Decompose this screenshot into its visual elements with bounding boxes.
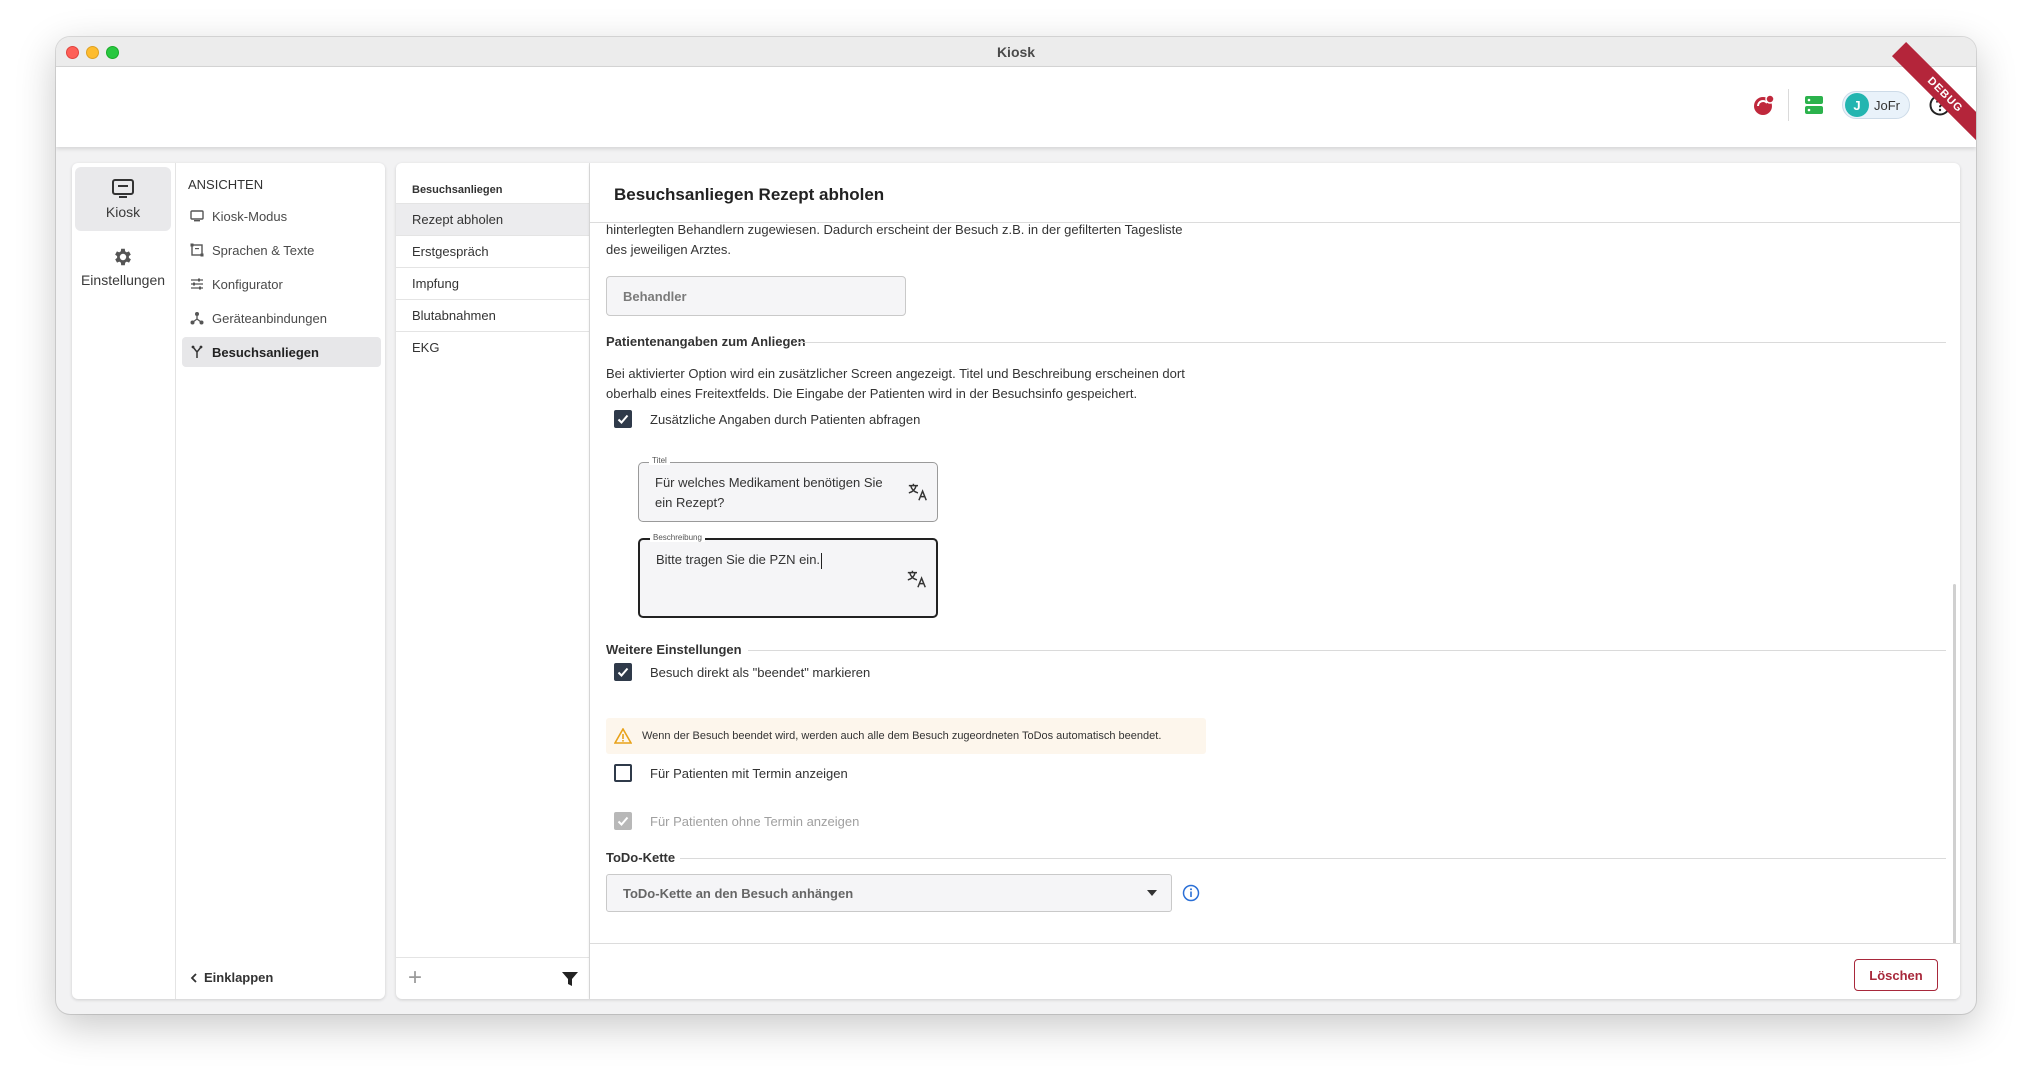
delete-button[interactable]: Löschen (1854, 959, 1938, 991)
todo-chain-select-value: ToDo-Kette an den Besuch anhängen (623, 886, 854, 901)
view-item-label: Konfigurator (212, 276, 283, 292)
warning-notice: Wenn der Besuch beendet wird, werden auc… (606, 718, 1206, 754)
detail-footer: Löschen (590, 943, 1960, 999)
notification-alert-icon[interactable] (1750, 91, 1778, 119)
ask-patient-label: Zusätzliche Angaben durch Patienten abfr… (650, 412, 921, 427)
view-item-label: Kiosk-Modus (212, 208, 288, 224)
intro-text-line-2: des jeweiligen Arztes. (606, 242, 732, 257)
text-frame-icon (190, 243, 204, 257)
scrollbar[interactable] (1953, 584, 1956, 943)
divider (796, 342, 1946, 343)
page-title: Besuchsanliegen Rezept abholen (614, 185, 885, 204)
avatar: J (1845, 93, 1869, 117)
view-item-label: Geräteanbindungen (212, 310, 327, 326)
section-title-weitere-einstellungen: Weitere Einstellungen (606, 642, 742, 657)
views-heading: ANSICHTEN (188, 177, 264, 192)
with-appointment-checkbox[interactable] (614, 764, 632, 782)
list-item[interactable]: Erstgespräch (396, 235, 589, 267)
list-title: Besuchsanliegen (412, 184, 503, 196)
without-appointment-checkbox (614, 812, 632, 830)
header-separator (1788, 89, 1789, 121)
chevron-left-icon (190, 972, 197, 983)
translate-icon[interactable] (906, 568, 928, 590)
beschreibung-field-label: Beschreibung (650, 533, 705, 542)
ask-patient-checkbox[interactable] (614, 410, 632, 428)
translate-icon[interactable] (907, 481, 929, 503)
view-item-label: Sprachen & Texte (212, 242, 315, 258)
views-list: ANSICHTEN Kiosk-Modus Sprachen & Texte K… (176, 163, 385, 999)
fork-icon (191, 345, 203, 358)
view-item-sprachen-texte[interactable]: Sprachen & Texte (182, 235, 381, 265)
app-window: Kiosk J JoFr DEBUG Kiosk Einstellungen A… (56, 37, 1976, 1014)
list-item[interactable]: Impfung (396, 267, 589, 299)
collapse-label: Einklappen (204, 970, 274, 985)
monitor-icon (190, 210, 204, 222)
beschreibung-field-value: Bitte tragen Sie die PZN ein. (656, 552, 823, 569)
behandler-placeholder: Behandler (623, 289, 687, 304)
view-item-kiosk-modus[interactable]: Kiosk-Modus (182, 201, 381, 231)
rail-item-label: Einstellungen (80, 272, 166, 288)
title-bar: Kiosk (56, 37, 1976, 67)
warning-icon (614, 728, 632, 744)
patient-desc-line-1: Bei aktivierter Option wird ein zusätzli… (606, 366, 1185, 381)
server-status-icon[interactable] (1800, 91, 1828, 119)
detail-panel: Besuchsanliegen Rezept abholen hinterleg… (590, 163, 1960, 999)
divider (748, 650, 1946, 651)
list-item[interactable]: Rezept abholen (396, 203, 589, 235)
rail-item-einstellungen[interactable]: Einstellungen (75, 235, 171, 299)
without-appointment-label: Für Patienten ohne Termin anzeigen (650, 814, 860, 829)
monitor-icon (112, 179, 134, 198)
detail-body: hinterlegten Behandlern zugewiesen. Dadu… (590, 224, 1960, 943)
view-item-konfigurator[interactable]: Konfigurator (182, 269, 381, 299)
titel-field-label: Titel (649, 456, 670, 465)
view-item-besuchsanliegen[interactable]: Besuchsanliegen (182, 337, 381, 367)
patient-desc-line-2: oberhalb eines Freitextfelds. Die Eingab… (606, 386, 1138, 401)
intro-text-line-1: hinterlegten Behandlern zugewiesen. Dadu… (606, 224, 1183, 237)
divider (680, 858, 1946, 859)
anliegen-list-panel: Besuchsanliegen Rezept abholen Erstgespr… (396, 163, 590, 999)
user-menu[interactable]: J JoFr (1842, 91, 1910, 119)
add-icon[interactable]: + (408, 966, 422, 990)
finish-visit-checkbox[interactable] (614, 663, 632, 681)
titel-field-value: Für welches Medikament benötigen Sie ein… (655, 475, 883, 510)
filter-icon[interactable] (561, 970, 579, 993)
app-header: J JoFr DEBUG (56, 41, 1976, 149)
collapse-button[interactable]: Einklappen (188, 970, 273, 985)
behandler-input[interactable]: Behandler (606, 276, 906, 316)
warning-text: Wenn der Besuch beendet wird, werden auc… (642, 730, 1162, 742)
titel-field[interactable]: Titel Für welches Medikament benötigen S… (638, 456, 938, 522)
beschreibung-field[interactable]: Beschreibung Bitte tragen Sie die PZN ei… (638, 533, 938, 618)
todo-chain-select[interactable]: ToDo-Kette an den Besuch anhängen (606, 874, 1172, 912)
navigation-panel: Kiosk Einstellungen ANSICHTEN Kiosk-Modu… (72, 163, 385, 999)
rail-item-kiosk[interactable]: Kiosk (75, 167, 171, 231)
rail-item-label: Kiosk (105, 204, 141, 220)
list-item[interactable]: Blutabnahmen (396, 299, 589, 331)
sliders-icon (191, 278, 203, 290)
section-title-todo-kette: ToDo-Kette (606, 850, 676, 865)
detail-header: Besuchsanliegen Rezept abholen (590, 163, 1960, 223)
list-footer: + (396, 957, 589, 999)
window-title: Kiosk (996, 44, 1036, 60)
view-item-geraeteanbindungen[interactable]: Geräteanbindungen (182, 303, 381, 333)
nav-rail: Kiosk Einstellungen (72, 163, 176, 999)
with-appointment-label: Für Patienten mit Termin anzeigen (650, 766, 848, 781)
network-icon (190, 312, 204, 325)
chevron-down-icon (1147, 890, 1157, 896)
list-item[interactable]: EKG (396, 331, 589, 363)
finish-visit-label: Besuch direkt als "beendet" markieren (650, 665, 871, 680)
view-item-label: Besuchsanliegen (212, 344, 319, 360)
section-title-patientenangaben: Patientenangaben zum Anliegen (606, 334, 806, 349)
info-icon[interactable] (1182, 884, 1200, 907)
user-name: JoFr (1874, 97, 1900, 113)
gear-icon (115, 248, 131, 266)
